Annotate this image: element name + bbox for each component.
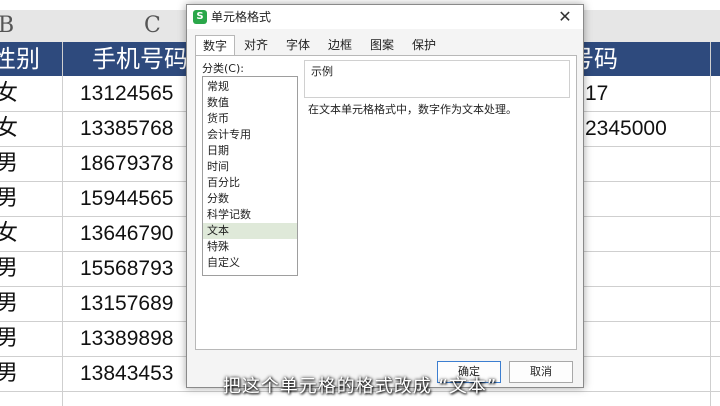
category-item[interactable]: 数值 <box>203 95 297 111</box>
category-item[interactable]: 文本 <box>203 223 297 239</box>
right-cell[interactable]: 17 <box>585 76 608 111</box>
close-icon[interactable]: ✕ <box>555 7 575 27</box>
phone-cell[interactable]: 15944565 <box>80 181 173 216</box>
dialog-titlebar[interactable]: S 单元格格式 ✕ <box>187 5 583 29</box>
category-list[interactable]: 常规 数值 货币 会计专用 日期 时间 百分比 分数 科学记数 文本 特殊 自定义 <box>202 76 298 276</box>
format-cells-dialog: S 单元格格式 ✕ 数字 对齐 字体 边框 图案 保护 分类(C): 常规 数值货… <box>186 4 584 388</box>
category-item[interactable]: 常规 <box>203 79 297 95</box>
tab-font[interactable]: 字体 <box>279 35 317 55</box>
tab-protection[interactable]: 保护 <box>405 35 443 55</box>
gender-cell[interactable]: 男 <box>0 321 18 356</box>
example-label: 示例 <box>311 63 333 79</box>
grid-line <box>62 42 63 406</box>
video-subtitle: 把这个单元格的格式改成 “文本” <box>222 376 498 397</box>
gender-cell[interactable]: 女 <box>0 76 18 111</box>
example-box: 示例 <box>304 60 570 98</box>
category-item[interactable]: 自定义 <box>203 255 297 271</box>
category-item[interactable]: 特殊 <box>203 239 297 255</box>
gender-cell[interactable]: 男 <box>0 286 18 321</box>
format-description: 在文本单元格格式中，数字作为文本处理。 <box>308 103 517 116</box>
category-item[interactable]: 时间 <box>203 159 297 175</box>
gender-cell[interactable]: 男 <box>0 181 18 216</box>
category-item[interactable]: 分数 <box>203 191 297 207</box>
tab-pattern[interactable]: 图案 <box>363 35 401 55</box>
tab-number[interactable]: 数字 <box>195 35 235 57</box>
phone-cell[interactable]: 13385768 <box>80 111 173 146</box>
gender-cell[interactable]: 女 <box>0 216 18 251</box>
category-item[interactable]: 日期 <box>203 143 297 159</box>
phone-cell[interactable]: 13389898 <box>80 321 173 356</box>
phone-cell[interactable]: 18679378 <box>80 146 173 181</box>
number-tab-panel: 分类(C): 常规 数值 货币 会计专用 日期 时间 百分比 分数 科学记数 文本 特殊 自定义 示例… <box>195 55 577 350</box>
category-label: 分类(C): <box>202 62 244 75</box>
right-cell[interactable]: 2345000 <box>585 111 667 146</box>
dialog-title: 单元格格式 <box>211 10 272 24</box>
gender-cell[interactable]: 男 <box>0 251 18 286</box>
app-icon: S <box>193 10 207 24</box>
phone-cell[interactable]: 13124565 <box>80 76 173 111</box>
column-letter-c[interactable]: C <box>144 10 161 42</box>
grid-line <box>710 42 711 406</box>
tab-alignment[interactable]: 对齐 <box>237 35 275 55</box>
header-gender[interactable]: 性别 <box>0 42 40 76</box>
category-item[interactable]: 会计专用 <box>203 127 297 143</box>
phone-cell[interactable]: 13646790 <box>80 216 173 251</box>
column-letter-b[interactable]: B <box>0 10 14 42</box>
tab-border[interactable]: 边框 <box>321 35 359 55</box>
phone-cell[interactable]: 13157689 <box>80 286 173 321</box>
phone-cell[interactable]: 15568793 <box>80 251 173 286</box>
category-item[interactable]: 科学记数 <box>203 207 297 223</box>
category-item[interactable]: 百分比 <box>203 175 297 191</box>
gender-cell[interactable]: 女 <box>0 111 18 146</box>
gender-cell[interactable]: 男 <box>0 146 18 181</box>
category-item[interactable]: 货币 <box>203 111 297 127</box>
header-phone[interactable]: 手机号码 <box>92 42 188 76</box>
